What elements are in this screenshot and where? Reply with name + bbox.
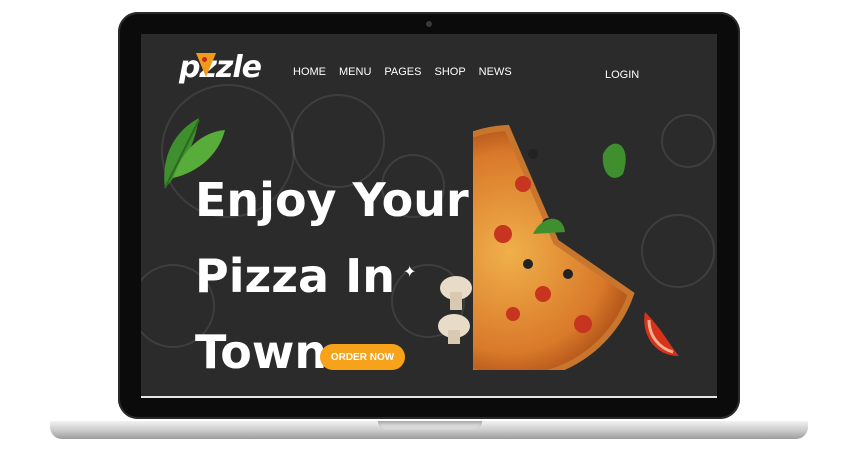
sparkle-icon: ✦: [403, 262, 417, 281]
website-screen: pzzle HOME MENU PAGES SHOP NEWS LOGIN En…: [141, 34, 717, 396]
brand-logo[interactable]: pzzle: [179, 50, 262, 85]
tomato-icon: [644, 312, 679, 356]
main-nav: HOME MENU PAGES SHOP NEWS: [293, 66, 512, 78]
headline-line: Enjoy Your: [195, 173, 469, 227]
mushroom-doodle-icon: [661, 114, 715, 168]
laptop-notch: [378, 421, 482, 430]
nav-home[interactable]: HOME: [293, 66, 326, 78]
headline-line: Pizza In: [195, 249, 395, 303]
webcam-icon: [426, 21, 432, 27]
nav-pages[interactable]: PAGES: [384, 66, 421, 78]
order-now-button[interactable]: ORDER NOW: [320, 344, 405, 370]
nav-shop[interactable]: SHOP: [434, 66, 465, 78]
login-link[interactable]: LOGIN: [605, 69, 639, 81]
pizza-slice-icon: [196, 53, 216, 77]
pizza-image: [473, 124, 635, 370]
nav-news[interactable]: NEWS: [479, 66, 512, 78]
screen-bezel-line: [141, 396, 717, 398]
mushroom-icon: [438, 276, 472, 344]
tomato-doodle-icon: [641, 214, 715, 288]
nav-menu[interactable]: MENU: [339, 66, 371, 78]
